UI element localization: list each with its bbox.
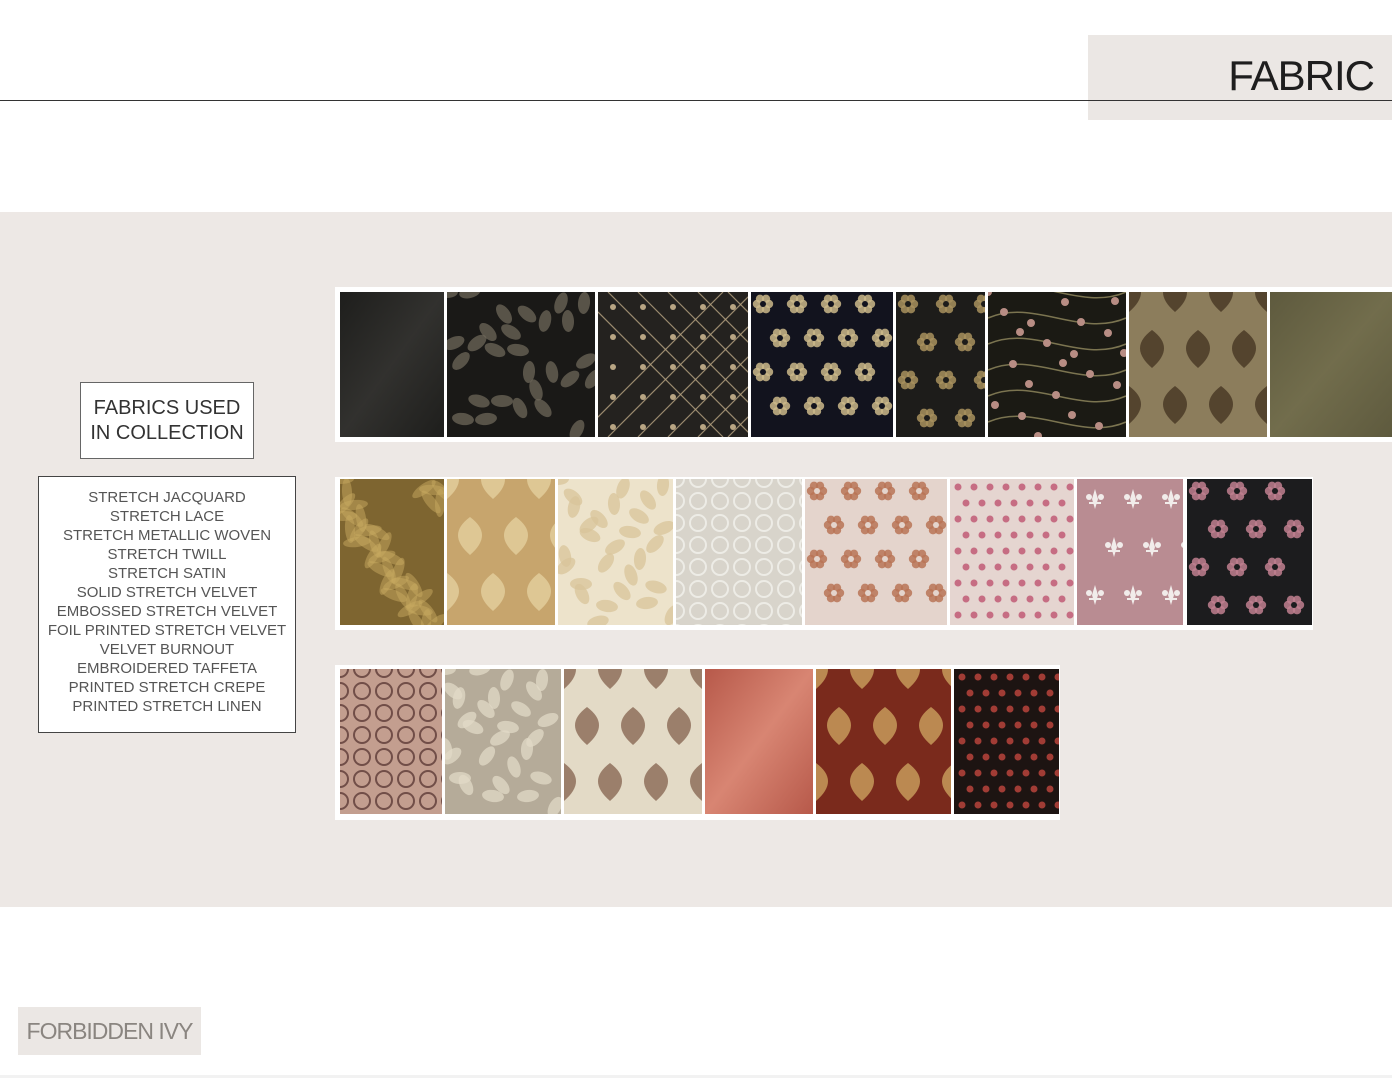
fabric-swatch-image [988, 292, 1126, 437]
fabric-swatch-olive-damask [1129, 292, 1267, 437]
page-title: FABRIC [1228, 52, 1375, 99]
fabric-swatch-panel [335, 287, 1392, 820]
fabric-swatch-image [816, 669, 951, 814]
fabric-list-item: FOIL PRINTED STRETCH VELVET [47, 622, 287, 639]
fabric-swatch-image [1270, 292, 1392, 437]
fabric-swatch-silver-floral-jacquard [445, 669, 561, 814]
fabric-list-item: STRETCH JACQUARD [88, 489, 246, 506]
fabric-list-item: STRETCH SATIN [107, 565, 227, 582]
fabric-swatch-black-pink-vine [988, 292, 1126, 437]
fabric-swatch-black-gold-rose [896, 292, 985, 437]
fabric-swatch-image [805, 479, 947, 625]
swatch-row-gap [335, 630, 1392, 665]
fabric-swatch-mauve-fleur [1077, 479, 1183, 625]
fabric-list-item: SOLID STRETCH VELVET [76, 584, 258, 601]
fabric-swatch-black-gold-trellis [598, 292, 748, 437]
fabric-swatch-image [598, 292, 748, 437]
fabric-swatch-image [1187, 479, 1312, 625]
fabric-swatch-gold-damask [447, 479, 555, 625]
fabric-swatch-image [676, 479, 802, 625]
fabric-swatch-image [1129, 292, 1267, 437]
fabric-swatch-coral-velvet [705, 669, 813, 814]
fabric-swatch-image [558, 479, 673, 625]
fabric-swatch-image [445, 669, 561, 814]
page-title-box: FABRIC [1088, 35, 1392, 120]
brand-name: FORBIDDEN IVY [26, 1017, 194, 1044]
fabric-swatch-pink-rose-print [950, 479, 1074, 625]
fabric-swatch-image [340, 479, 444, 625]
fabric-list-item: EMBROIDERED TAFFETA [76, 660, 257, 677]
fabric-swatch-image [896, 292, 985, 437]
fabric-swatch-black-satin [340, 292, 444, 437]
fabric-swatch-image [447, 292, 595, 437]
fabric-list-box: STRETCH JACQUARD STRETCH LACE STRETCH ME… [38, 476, 296, 733]
fabric-swatch-brown-lace-print [340, 669, 442, 814]
fabric-list-item: STRETCH LACE [109, 508, 225, 525]
fabric-swatch-image [447, 479, 555, 625]
fabric-swatch-image [705, 669, 813, 814]
fabric-swatch-ivory-lace [676, 479, 802, 625]
fabric-swatch-olive-metallic [1270, 292, 1392, 437]
swatch-empty-area [1313, 475, 1392, 665]
fabric-swatch-image [751, 292, 893, 437]
fabric-swatch-image [340, 292, 444, 437]
fabric-swatch-cream-tapestry [564, 669, 702, 814]
fabric-list-item: STRETCH TWILL [107, 546, 227, 563]
fabric-swatch-rust-gold-damask [816, 669, 951, 814]
fabrics-heading: FABRICS USED IN COLLECTION [90, 396, 244, 444]
swatch-row-gap [335, 442, 1392, 477]
fabric-list-item: PRINTED STRETCH LINEN [72, 698, 262, 715]
swatch-empty-area [1060, 665, 1392, 820]
fabric-swatch-navy-gold-floral [751, 292, 893, 437]
fabric-swatch-black-pink-paisley [1187, 479, 1312, 625]
fabric-swatch-image [340, 669, 442, 814]
brand-box: FORBIDDEN IVY [18, 1007, 201, 1055]
fabric-swatch-image [1077, 479, 1183, 625]
fabrics-heading-box: FABRICS USED IN COLLECTION [80, 382, 254, 459]
fabric-list-item: VELVET BURNOUT [99, 641, 235, 658]
fabric-list-item: EMBOSSED STRETCH VELVET [56, 603, 278, 620]
fabric-swatch-cream-floral-burnout [558, 479, 673, 625]
fabric-swatch-black-floral-jacquard [447, 292, 595, 437]
fabric-list-item: PRINTED STRETCH CREPE [68, 679, 266, 696]
fabric-swatch-image [950, 479, 1074, 625]
fabric-list: STRETCH JACQUARD STRETCH LACE STRETCH ME… [39, 488, 295, 716]
fabric-list-item: STRETCH METALLIC WOVEN [62, 527, 272, 544]
fabric-swatch-gold-crushed-velvet [340, 479, 444, 625]
header-divider [0, 100, 1392, 101]
fabric-swatch-black-red-floral [954, 669, 1059, 814]
fabric-swatch-blush-embroidered [805, 479, 947, 625]
fabric-swatch-image [564, 669, 702, 814]
fabric-swatch-image [954, 669, 1059, 814]
